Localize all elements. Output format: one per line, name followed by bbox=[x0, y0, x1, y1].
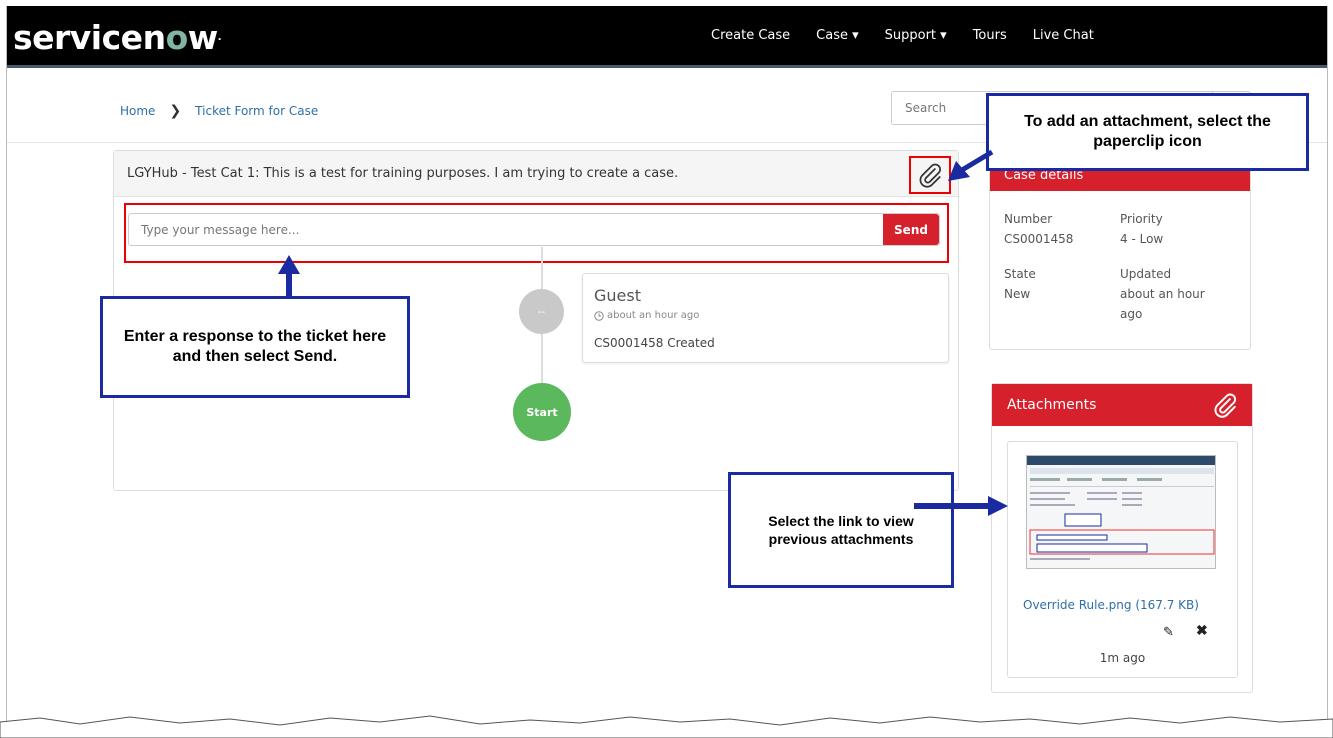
case-details-panel: Case details Number CS0001458 Priority 4… bbox=[989, 154, 1251, 350]
ticket-title: LGYHub - Test Cat 1: This is a test for … bbox=[127, 166, 679, 181]
attachments-paperclip-icon[interactable] bbox=[1212, 391, 1238, 423]
main-nav: Create Case Case ▾ Support ▾ Tours Live … bbox=[711, 28, 1094, 43]
guest-avatar: -- bbox=[519, 289, 564, 334]
detail-priority-label: Priority bbox=[1120, 212, 1163, 226]
detail-updated-value: about an hour ago bbox=[1120, 287, 1205, 321]
navbar-accent bbox=[7, 65, 1327, 68]
entry-author: Guest bbox=[594, 286, 641, 305]
nav-support-dropdown[interactable]: Support ▾ bbox=[885, 28, 947, 43]
ticket-header: LGYHub - Test Cat 1: This is a test for … bbox=[114, 151, 958, 197]
nav-live-chat[interactable]: Live Chat bbox=[1033, 28, 1094, 43]
attachments-heading-text: Attachments bbox=[1007, 397, 1097, 413]
message-input[interactable] bbox=[129, 214, 883, 245]
servicenow-logo[interactable]: servicenow. bbox=[13, 20, 222, 56]
top-navbar: servicenow. Create Case Case ▾ Support ▾… bbox=[7, 6, 1327, 68]
attachment-card: Override Rule.png (167.7 KB) ✎ ✖ 1m ago bbox=[1007, 441, 1238, 678]
detail-number: Number CS0001458 bbox=[1004, 209, 1073, 249]
callout-enter-response: Enter a response to the ticket here and … bbox=[100, 296, 410, 398]
detail-state-label: State bbox=[1004, 267, 1036, 281]
attachment-thumbnail[interactable] bbox=[1026, 455, 1216, 569]
detail-priority: Priority 4 - Low bbox=[1120, 209, 1163, 249]
detail-number-label: Number bbox=[1004, 212, 1053, 226]
delete-x-icon[interactable]: ✖ bbox=[1196, 622, 1208, 639]
timeline-start: Start bbox=[513, 383, 571, 441]
detail-updated: Updated about an hour ago bbox=[1120, 264, 1230, 324]
attachments-heading: Attachments bbox=[992, 384, 1252, 426]
callout-add-attachment: To add an attachment, select the papercl… bbox=[986, 93, 1309, 171]
clock-icon bbox=[594, 310, 604, 321]
activity-entry: Guest about an hour ago CS0001458 Create… bbox=[582, 273, 949, 363]
edit-pencil-icon[interactable]: ✎ bbox=[1163, 624, 1174, 640]
message-composer: Send bbox=[128, 213, 940, 246]
detail-number-value: CS0001458 bbox=[1004, 232, 1074, 246]
attachment-file-link[interactable]: Override Rule.png (167.7 KB) bbox=[1023, 598, 1199, 612]
detail-priority-value: 4 - Low bbox=[1120, 232, 1164, 246]
breadcrumb-chevron-icon: ❯ bbox=[169, 103, 182, 119]
nav-case-dropdown[interactable]: Case ▾ bbox=[816, 28, 858, 43]
detail-state: State New bbox=[1004, 264, 1036, 304]
detail-updated-label: Updated bbox=[1120, 267, 1172, 281]
add-attachment-button[interactable] bbox=[909, 156, 951, 194]
send-button[interactable]: Send bbox=[883, 214, 939, 245]
paperclip-icon bbox=[919, 163, 941, 188]
torn-edge bbox=[0, 715, 1333, 738]
breadcrumb-home[interactable]: Home bbox=[120, 104, 155, 118]
entry-time: about an hour ago bbox=[594, 310, 699, 321]
detail-state-value: New bbox=[1004, 287, 1031, 301]
attachments-panel: Attachments Override Rule.png (167.7 KB)… bbox=[991, 383, 1253, 693]
breadcrumb-current[interactable]: Ticket Form for Case bbox=[195, 104, 318, 118]
callout-view-attachments: Select the link to view previous attachm… bbox=[728, 472, 954, 588]
entry-time-text: about an hour ago bbox=[607, 310, 700, 321]
nav-create-case[interactable]: Create Case bbox=[711, 28, 790, 43]
breadcrumb: Home ❯ Ticket Form for Case bbox=[120, 103, 318, 119]
entry-text: CS0001458 Created bbox=[594, 336, 715, 350]
nav-tours[interactable]: Tours bbox=[973, 28, 1007, 43]
attachment-age: 1m ago bbox=[1099, 651, 1146, 665]
